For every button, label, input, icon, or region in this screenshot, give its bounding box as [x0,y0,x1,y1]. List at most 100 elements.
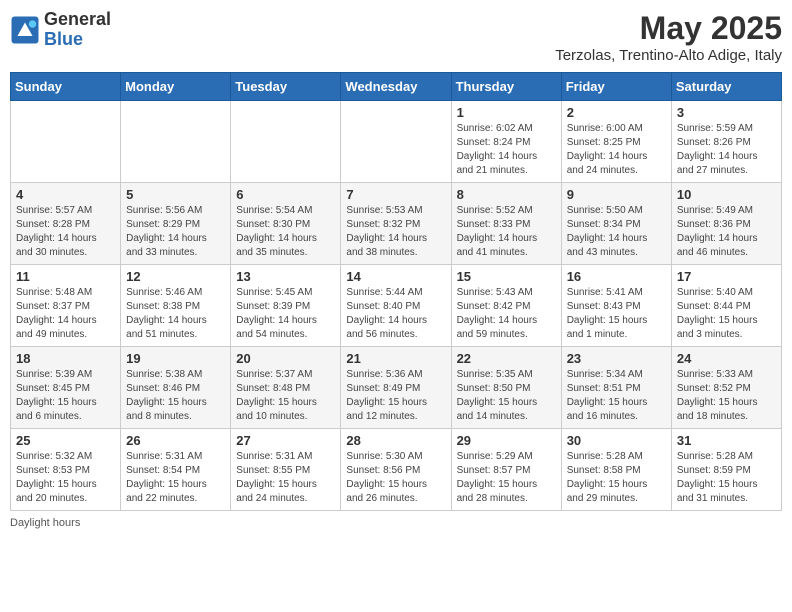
day-info: Sunrise: 5:31 AM Sunset: 8:54 PM Dayligh… [126,450,225,506]
calendar-day-header: Sunday [11,73,121,101]
day-number: 2 [567,105,666,120]
calendar-week-row: 4 Sunrise: 5:57 AM Sunset: 8:28 PM Daylig… [11,183,782,265]
day-info: Sunrise: 5:31 AM Sunset: 8:55 PM Dayligh… [236,450,335,506]
calendar-cell: 1 Sunrise: 6:02 AM Sunset: 8:24 PM Daylig… [451,101,561,183]
day-info: Sunrise: 5:28 AM Sunset: 8:58 PM Dayligh… [567,450,666,506]
day-info: Sunrise: 5:29 AM Sunset: 8:57 PM Dayligh… [457,450,556,506]
day-info: Sunrise: 6:02 AM Sunset: 8:24 PM Dayligh… [457,122,556,178]
day-info: Sunrise: 5:53 AM Sunset: 8:32 PM Dayligh… [346,204,445,260]
day-number: 4 [16,187,115,202]
day-number: 22 [457,351,556,366]
day-info: Sunrise: 5:41 AM Sunset: 8:43 PM Dayligh… [567,286,666,342]
calendar-cell: 10 Sunrise: 5:49 AM Sunset: 8:36 PM Dayli… [671,183,781,265]
day-info: Sunrise: 5:39 AM Sunset: 8:45 PM Dayligh… [16,368,115,424]
calendar-cell: 15Sunrise: 5:43 AM Sunset: 8:42 PM Dayli… [451,265,561,347]
calendar-cell: 9 Sunrise: 5:50 AM Sunset: 8:34 PM Daylig… [561,183,671,265]
calendar-cell: 3 Sunrise: 5:59 AM Sunset: 8:26 PM Daylig… [671,101,781,183]
day-info: Sunrise: 5:35 AM Sunset: 8:50 PM Dayligh… [457,368,556,424]
calendar-cell: 27 Sunrise: 5:31 AM Sunset: 8:55 PM Dayli… [231,429,341,511]
day-info: Sunrise: 5:37 AM Sunset: 8:48 PM Dayligh… [236,368,335,424]
day-number: 16 [567,269,666,284]
day-number: 31 [677,433,776,448]
day-info: Sunrise: 5:28 AM Sunset: 8:59 PM Dayligh… [677,450,776,506]
day-info: Sunrise: 5:38 AM Sunset: 8:46 PM Dayligh… [126,368,225,424]
day-info: Sunrise: 5:49 AM Sunset: 8:36 PM Dayligh… [677,204,776,260]
day-number: 1 [457,105,556,120]
calendar-week-row: 11 Sunrise: 5:48 AM Sunset: 8:37 PM Dayli… [11,265,782,347]
day-info: Sunrise: 5:40 AM Sunset: 8:44 PM Dayligh… [677,286,776,342]
day-number: 15 [457,269,556,284]
day-number: 30 [567,433,666,448]
calendar-cell: 13 Sunrise: 5:45 AM Sunset: 8:39 PM Dayli… [231,265,341,347]
calendar-cell: 29Sunrise: 5:29 AM Sunset: 8:57 PM Dayli… [451,429,561,511]
day-number: 9 [567,187,666,202]
logo-icon [10,15,40,45]
day-info: Sunrise: 5:46 AM Sunset: 8:38 PM Dayligh… [126,286,225,342]
calendar-cell: 7 Sunrise: 5:53 AM Sunset: 8:32 PM Daylig… [341,183,451,265]
day-info: Sunrise: 5:48 AM Sunset: 8:37 PM Dayligh… [16,286,115,342]
day-number: 26 [126,433,225,448]
calendar-day-header: Friday [561,73,671,101]
calendar-cell: 16 Sunrise: 5:41 AM Sunset: 8:43 PM Dayli… [561,265,671,347]
calendar-cell: 6 Sunrise: 5:54 AM Sunset: 8:30 PM Daylig… [231,183,341,265]
calendar-cell: 12Sunrise: 5:46 AM Sunset: 8:38 PM Dayli… [121,265,231,347]
calendar-cell: 23Sunrise: 5:34 AM Sunset: 8:51 PM Dayli… [561,347,671,429]
calendar-header-row: SundayMondayTuesdayWednesdayThursdayFrid… [11,73,782,101]
calendar-cell [121,101,231,183]
logo-blue-text: Blue [44,30,111,50]
calendar-cell: 25 Sunrise: 5:32 AM Sunset: 8:53 PM Dayli… [11,429,121,511]
calendar-cell: 26 Sunrise: 5:31 AM Sunset: 8:54 PM Dayli… [121,429,231,511]
calendar-cell: 30 Sunrise: 5:28 AM Sunset: 8:58 PM Dayli… [561,429,671,511]
logo-general: General [44,10,111,30]
day-info: Sunrise: 5:50 AM Sunset: 8:34 PM Dayligh… [567,204,666,260]
calendar-day-header: Monday [121,73,231,101]
day-number: 19 [126,351,225,366]
calendar-cell: 18Sunrise: 5:39 AM Sunset: 8:45 PM Dayli… [11,347,121,429]
day-info: Sunrise: 5:56 AM Sunset: 8:29 PM Dayligh… [126,204,225,260]
calendar-cell: 31 Sunrise: 5:28 AM Sunset: 8:59 PM Dayli… [671,429,781,511]
calendar-cell: 17Sunrise: 5:40 AM Sunset: 8:44 PM Dayli… [671,265,781,347]
calendar-cell: 5 Sunrise: 5:56 AM Sunset: 8:29 PM Daylig… [121,183,231,265]
day-info: Sunrise: 5:54 AM Sunset: 8:30 PM Dayligh… [236,204,335,260]
day-number: 28 [346,433,445,448]
calendar-day-header: Thursday [451,73,561,101]
calendar-day-header: Wednesday [341,73,451,101]
day-number: 5 [126,187,225,202]
calendar-cell: 4 Sunrise: 5:57 AM Sunset: 8:28 PM Daylig… [11,183,121,265]
day-number: 21 [346,351,445,366]
calendar-day-header: Tuesday [231,73,341,101]
calendar: SundayMondayTuesdayWednesdayThursdayFrid… [10,72,782,511]
day-number: 13 [236,269,335,284]
calendar-cell: 8 Sunrise: 5:52 AM Sunset: 8:33 PM Daylig… [451,183,561,265]
day-number: 11 [16,269,115,284]
day-number: 3 [677,105,776,120]
calendar-cell [231,101,341,183]
calendar-cell: 14 Sunrise: 5:44 AM Sunset: 8:40 PM Dayli… [341,265,451,347]
day-number: 20 [236,351,335,366]
day-info: Sunrise: 6:00 AM Sunset: 8:25 PM Dayligh… [567,122,666,178]
day-number: 27 [236,433,335,448]
calendar-cell [11,101,121,183]
day-number: 7 [346,187,445,202]
calendar-cell: 28 Sunrise: 5:30 AM Sunset: 8:56 PM Dayli… [341,429,451,511]
day-number: 6 [236,187,335,202]
day-info: Sunrise: 5:45 AM Sunset: 8:39 PM Dayligh… [236,286,335,342]
calendar-cell: 2 Sunrise: 6:00 AM Sunset: 8:25 PM Daylig… [561,101,671,183]
day-number: 10 [677,187,776,202]
title-area: May 2025 Terzolas, Trentino-Alto Adige, … [555,10,782,64]
calendar-cell: 20 Sunrise: 5:37 AM Sunset: 8:48 PM Dayli… [231,347,341,429]
calendar-cell: 19 Sunrise: 5:38 AM Sunset: 8:46 PM Dayli… [121,347,231,429]
day-number: 25 [16,433,115,448]
day-info: Sunrise: 5:59 AM Sunset: 8:26 PM Dayligh… [677,122,776,178]
day-number: 14 [346,269,445,284]
day-info: Sunrise: 5:44 AM Sunset: 8:40 PM Dayligh… [346,286,445,342]
day-number: 8 [457,187,556,202]
day-info: Sunrise: 5:30 AM Sunset: 8:56 PM Dayligh… [346,450,445,506]
day-info: Sunrise: 5:33 AM Sunset: 8:52 PM Dayligh… [677,368,776,424]
day-info: Sunrise: 5:57 AM Sunset: 8:28 PM Dayligh… [16,204,115,260]
calendar-week-row: 25 Sunrise: 5:32 AM Sunset: 8:53 PM Dayli… [11,429,782,511]
day-info: Sunrise: 5:52 AM Sunset: 8:33 PM Dayligh… [457,204,556,260]
day-info: Sunrise: 5:32 AM Sunset: 8:53 PM Dayligh… [16,450,115,506]
calendar-cell: 24Sunrise: 5:33 AM Sunset: 8:52 PM Dayli… [671,347,781,429]
calendar-week-row: 18Sunrise: 5:39 AM Sunset: 8:45 PM Dayli… [11,347,782,429]
